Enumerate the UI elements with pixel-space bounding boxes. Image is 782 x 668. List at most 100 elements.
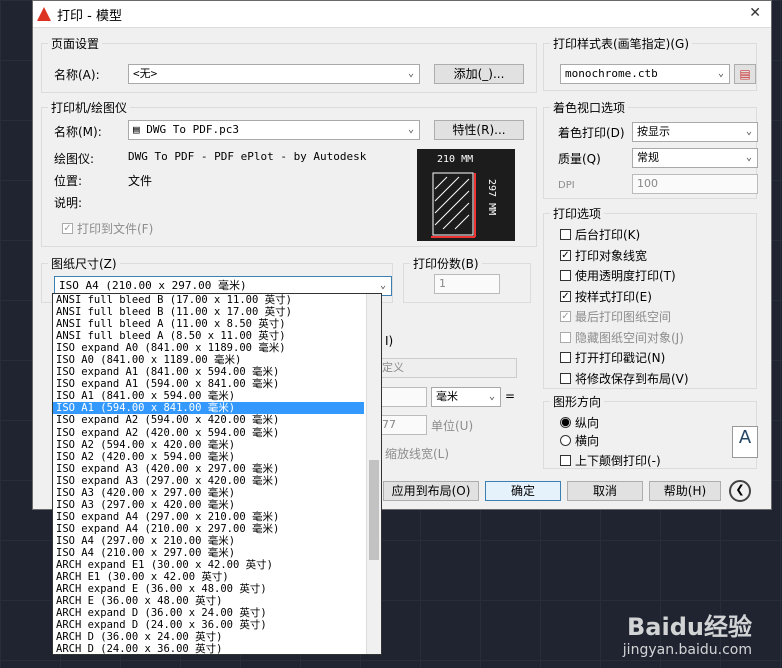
table-edit-icon: ▤ [739, 67, 751, 81]
dropdown-item[interactable]: ISO expand A4 (297.00 x 210.00 毫米) [53, 511, 364, 523]
dpi-value: 100 [637, 177, 658, 190]
properties-button[interactable]: 特性(R)... [434, 120, 524, 140]
dropdown-item[interactable]: ISO A2 (420.00 x 594.00 毫米) [53, 451, 364, 463]
units-input[interactable]: 77 [377, 415, 427, 435]
scale-lineweights-label[interactable]: 缩放线宽(L) [385, 445, 449, 462]
checkbox-box [560, 352, 571, 363]
dropdown-item[interactable]: ARCH E (36.00 x 48.00 英寸) [53, 595, 364, 607]
checkbox-box [560, 270, 571, 281]
upside-down-checkbox[interactable]: 上下颠倒打印(-) [560, 452, 661, 469]
upside-down-label: 上下颠倒打印(-) [575, 454, 661, 468]
dropdown-item[interactable]: ISO A4 (297.00 x 210.00 毫米) [53, 535, 364, 547]
orientation-title: 图形方向 [550, 393, 605, 410]
page-setup-group: 页面设置 名称(A): <无> ⌄ 添加(_)... [41, 35, 537, 93]
page-setup-name-label: 名称(A): [54, 68, 100, 82]
dropdown-item[interactable]: ARCH expand E1 (30.00 x 42.00 英寸) [53, 559, 364, 571]
dropdown-item[interactable]: ARCH expand D (36.00 x 24.00 英寸) [53, 607, 364, 619]
dropdown-item[interactable]: ISO expand A1 (594.00 x 841.00 毫米) [53, 378, 364, 390]
title-bar: 打印 - 模型 ✕ [33, 1, 771, 28]
dropdown-item[interactable]: ISO A3 (297.00 x 420.00 毫米) [53, 499, 364, 511]
shade-plot-value: 按显示 [637, 125, 670, 138]
plot-option-6[interactable]: 打开打印戳记(N) [560, 349, 665, 366]
checkbox-box: ✓ [560, 290, 571, 302]
scrollbar-thumb[interactable] [369, 460, 379, 560]
dropdown-item[interactable]: ISO A0 (841.00 x 1189.00 毫米) [53, 354, 364, 366]
plot-option-label: 最后打印图纸空间 [575, 310, 672, 324]
page-setup-select[interactable]: <无> ⌄ [128, 64, 420, 84]
portrait-radio[interactable]: ● 纵向 [560, 414, 599, 431]
plot-option-label: 打开打印戳记(N) [575, 351, 666, 365]
paper-height-label: 297 MM [486, 179, 497, 215]
printer-select[interactable]: ▤ DWG To PDF.pc3 ⌄ [128, 120, 420, 140]
plot-option-4[interactable]: ✓ 最后打印图纸空间 [560, 308, 671, 325]
dropdown-item[interactable]: ISO A2 (594.00 x 420.00 毫米) [53, 439, 364, 451]
plot-option-5[interactable]: 隐藏图纸空间对象(J) [560, 329, 684, 346]
shaded-title: 着色视口选项 [550, 99, 629, 116]
help-button[interactable]: 帮助(H) [649, 481, 721, 501]
dropdown-item[interactable]: ISO A3 (420.00 x 297.00 毫米) [53, 487, 364, 499]
dropdown-item[interactable]: ISO expand A4 (210.00 x 297.00 毫米) [53, 523, 364, 535]
edit-plot-style-button[interactable]: ▤ [734, 64, 756, 84]
plot-option-0[interactable]: 后台打印(K) [560, 226, 640, 243]
plot-options-title: 打印选项 [550, 205, 605, 222]
plot-style-group: 打印样式表(画笔指定)(G) monochrome.ctb ⌄ ▤ [543, 35, 757, 91]
plot-option-2[interactable]: 使用透明度打印(T) [560, 267, 676, 284]
close-icon[interactable]: ✕ [749, 5, 761, 21]
cancel-button[interactable]: 取消 [567, 481, 643, 501]
apply-to-layout-button[interactable]: 应用到布局(O) [383, 481, 479, 501]
unit-select[interactable]: 毫米 ⌄ [431, 387, 501, 407]
dropdown-item[interactable]: ISO A4 (210.00 x 297.00 毫米) [53, 547, 364, 559]
quality-select[interactable]: 常规 ⌄ [632, 148, 758, 168]
dropdown-item[interactable]: ARCH D (24.00 x 36.00 英寸) [53, 643, 364, 654]
page-setup-title: 页面设置 [48, 35, 103, 52]
plot-style-select[interactable]: monochrome.ctb ⌄ [560, 64, 730, 84]
add-button[interactable]: 添加(_)... [434, 64, 524, 84]
area-select[interactable]: 定义 [377, 358, 517, 378]
chevron-down-icon: ⌄ [484, 388, 500, 406]
dpi-label: DPI [558, 180, 575, 191]
plot-option-3[interactable]: ✓ 按样式打印(E) [560, 288, 652, 305]
dropdown-item[interactable]: ARCH D (36.00 x 24.00 英寸) [53, 631, 364, 643]
printer-title: 打印机/绘图仪 [48, 99, 131, 116]
dropdown-item[interactable]: ISO expand A3 (420.00 x 297.00 毫米) [53, 463, 364, 475]
dropdown-scrollbar[interactable] [366, 294, 381, 654]
plot-option-label: 按样式打印(E) [575, 289, 652, 304]
dropdown-item[interactable]: ARCH expand E (36.00 x 48.00 英寸) [53, 583, 364, 595]
units-label: 单位(U) [431, 419, 474, 433]
units-value: 77 [382, 418, 396, 431]
dropdown-item[interactable]: ANSI full bleed A (8.50 x 11.00 英寸) [53, 330, 364, 342]
ok-button[interactable]: 确定 [485, 481, 561, 501]
printer-value: DWG To PDF.pc3 [146, 123, 239, 136]
dropdown-item[interactable]: ISO expand A1 (841.00 x 594.00 毫米) [53, 366, 364, 378]
dropdown-item[interactable]: ISO expand A2 (594.00 x 420.00 毫米) [53, 414, 364, 426]
print-to-file-checkbox[interactable]: ✓ 打印到文件(F) [62, 220, 153, 237]
dropdown-item[interactable]: ISO A1 (841.00 x 594.00 毫米) [53, 390, 364, 402]
dropdown-item[interactable]: ISO A1 (594.00 x 841.00 毫米) [53, 402, 364, 415]
dropdown-item[interactable]: ARCH E1 (30.00 x 42.00 英寸) [53, 571, 364, 583]
dropdown-item[interactable]: ISO expand A0 (841.00 x 1189.00 毫米) [53, 342, 364, 354]
shade-plot-select[interactable]: 按显示 ⌄ [632, 122, 758, 142]
collapse-arrow-icon[interactable]: ❮ [729, 480, 751, 502]
copies-value: 1 [439, 277, 446, 290]
dropdown-item[interactable]: ARCH expand D (24.00 x 36.00 英寸) [53, 619, 364, 631]
plot-option-label: 使用透明度打印(T) [575, 269, 676, 283]
dropdown-item[interactable]: ISO expand A2 (420.00 x 594.00 毫米) [53, 427, 364, 439]
landscape-radio[interactable]: 横向 [560, 432, 599, 449]
paper-size-list: ANSI full bleed B (17.00 x 11.00 英寸) ANSI… [53, 294, 381, 654]
dropdown-item[interactable]: ISO expand A3 (297.00 x 420.00 毫米) [53, 475, 364, 487]
window-title: 打印 - 模型 [57, 8, 122, 24]
checkbox-box: ✓ [62, 223, 73, 234]
copies-input[interactable]: 1 [434, 274, 500, 294]
shade-plot-label: 着色打印(D) [558, 126, 625, 140]
autocad-logo-icon [37, 7, 51, 21]
plot-option-label: 隐藏图纸空间对象(J) [575, 330, 684, 345]
radio-dot: ● [560, 417, 571, 428]
plot-option-1[interactable]: ✓ 打印对象线宽 [560, 247, 647, 264]
dropdown-item[interactable]: ANSI full bleed B (17.00 x 11.00 英寸) [53, 294, 364, 306]
dropdown-item[interactable]: ANSI full bleed A (11.00 x 8.50 英寸) [53, 318, 364, 330]
chevron-down-icon: ⌄ [741, 149, 757, 167]
dropdown-item[interactable]: ANSI full bleed B (11.00 x 17.00 英寸) [53, 306, 364, 318]
scale-input[interactable] [377, 387, 427, 407]
plot-option-7[interactable]: 将修改保存到布局(V) [560, 370, 689, 387]
dpi-input[interactable]: 100 [632, 174, 758, 194]
